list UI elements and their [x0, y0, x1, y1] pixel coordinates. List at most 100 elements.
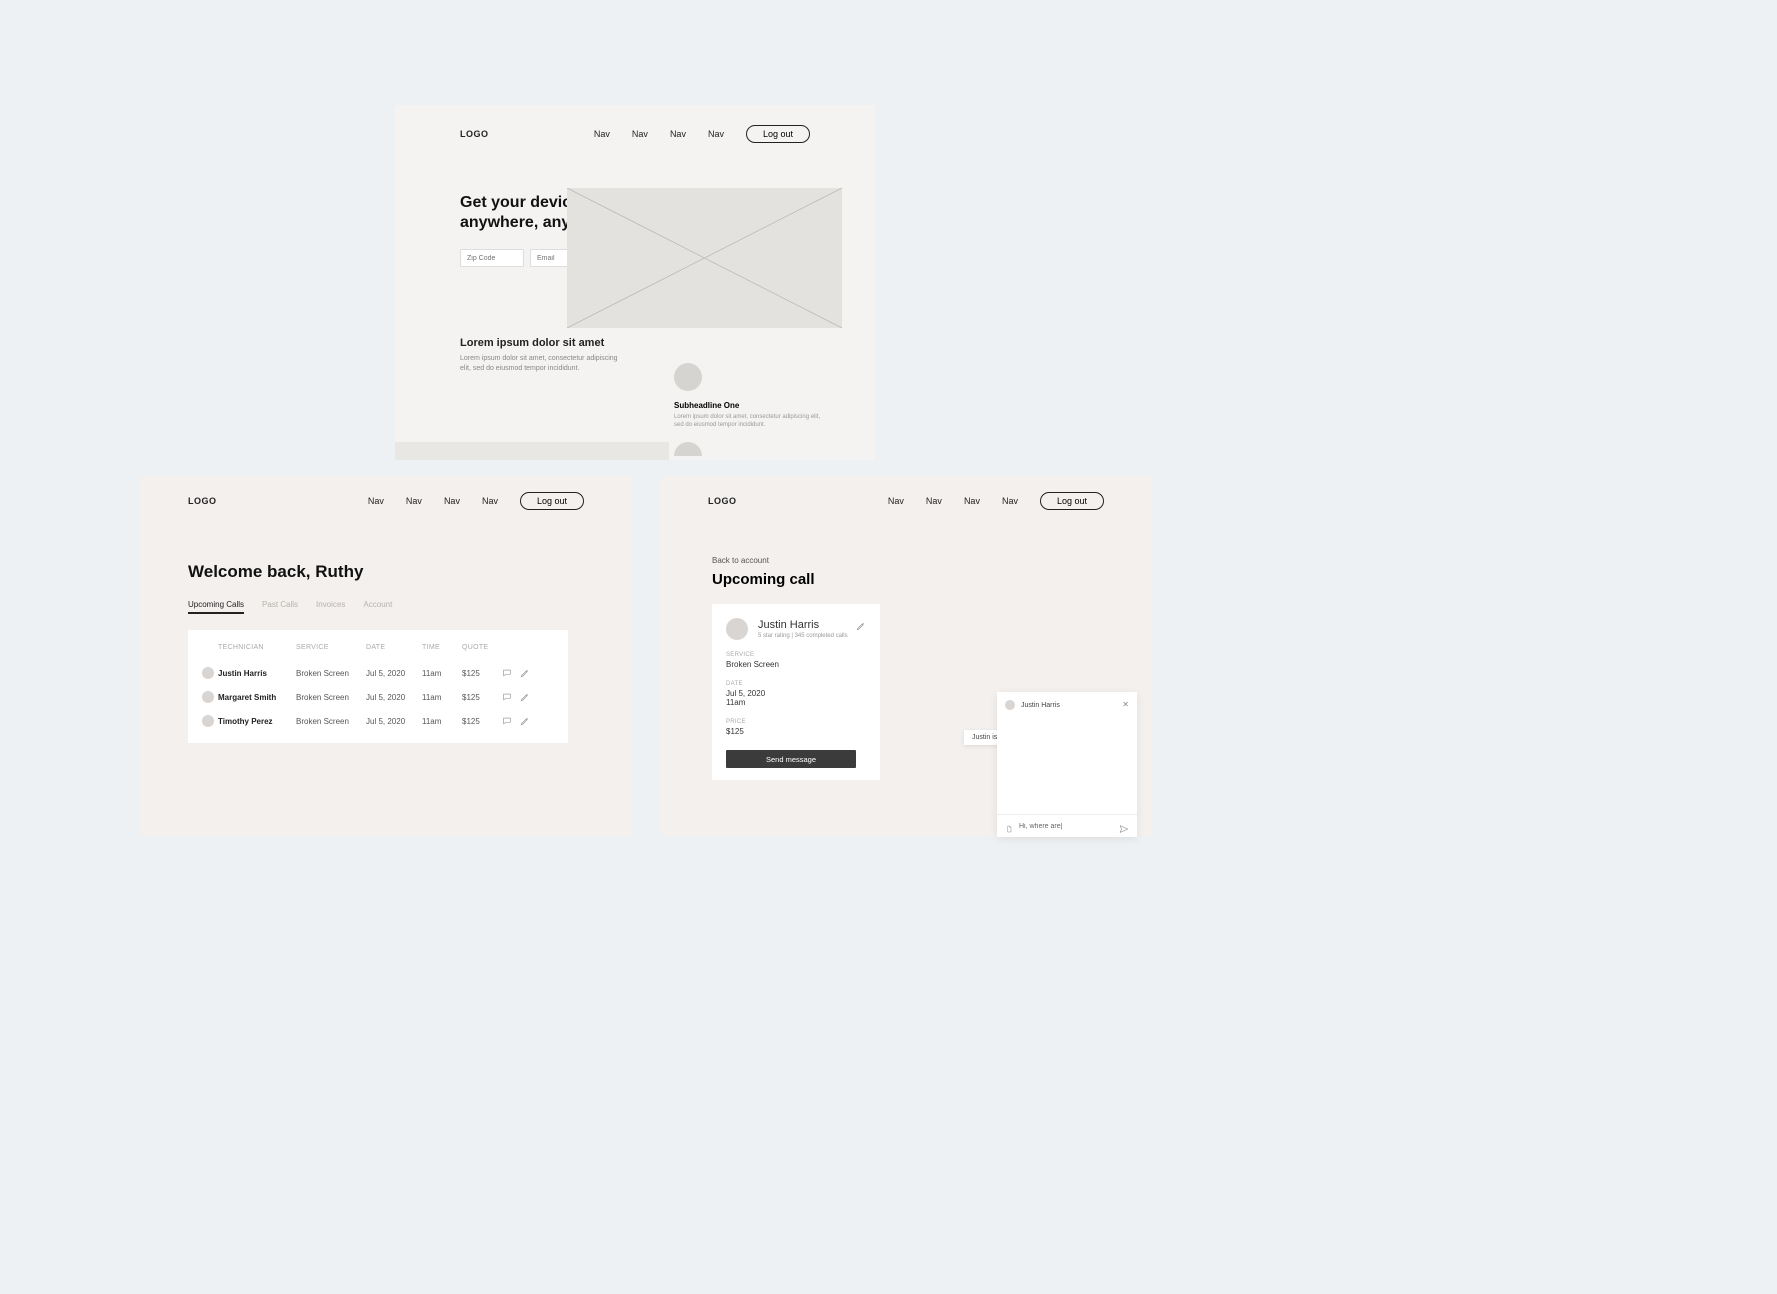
tabs: Upcoming Calls Past Calls Invoices Accou…: [140, 582, 632, 620]
col-technician: TECHNICIAN: [218, 644, 296, 651]
tab-invoices[interactable]: Invoices: [316, 600, 345, 614]
back-link[interactable]: Back to account: [660, 526, 1152, 565]
nav-link-1[interactable]: Nav: [888, 496, 904, 506]
row-avatar: [202, 667, 214, 679]
row-quote: $125: [462, 669, 502, 678]
row-date: Jul 5, 2020: [366, 693, 422, 702]
price-label: PRICE: [726, 719, 866, 725]
chat-input-row: [997, 814, 1137, 837]
row-time: 11am: [422, 717, 462, 726]
price-value: $125: [726, 727, 866, 736]
footer-bar: [395, 442, 669, 460]
logo: LOGO: [708, 496, 737, 506]
nav: Nav Nav Nav Nav Log out: [368, 492, 584, 510]
technician-sub: 5 star rating | 345 completed calls: [758, 633, 848, 639]
row-time: 11am: [422, 693, 462, 702]
row-avatar: [202, 691, 214, 703]
service-value: Broken Screen: [726, 660, 866, 669]
logo: LOGO: [188, 496, 217, 506]
features-section: Lorem ipsum dolor sit amet Lorem ipsum d…: [395, 267, 875, 374]
dashboard-frame: LOGO Nav Nav Nav Nav Log out Welcome bac…: [140, 476, 632, 836]
col-quote: QUOTE: [462, 644, 502, 651]
technician-avatar: [726, 618, 748, 640]
nav-link-4[interactable]: Nav: [482, 496, 498, 506]
row-name: Margaret Smith: [218, 693, 296, 702]
col-service: SERVICE: [296, 644, 366, 651]
technician-name: Justin Harris: [758, 619, 848, 631]
nav-link-2[interactable]: Nav: [632, 129, 648, 139]
chat-icon[interactable]: [502, 668, 512, 678]
feature-sub-body: Lorem ipsum dolor sit amet, consectetur …: [674, 414, 824, 430]
feature-avatar-icon: [674, 363, 702, 391]
table-row[interactable]: Timothy PerezBroken ScreenJul 5, 202011a…: [202, 709, 554, 733]
tab-past-calls[interactable]: Past Calls: [262, 600, 298, 614]
chat-input[interactable]: [1019, 823, 1113, 830]
header: LOGO Nav Nav Nav Nav Log out: [140, 476, 632, 526]
row-quote: $125: [462, 693, 502, 702]
row-name: Timothy Perez: [218, 717, 296, 726]
nav-link-1[interactable]: Nav: [594, 129, 610, 139]
nav-link-3[interactable]: Nav: [444, 496, 460, 506]
row-quote: $125: [462, 717, 502, 726]
service-label: SERVICE: [726, 652, 866, 658]
send-icon[interactable]: [1119, 821, 1129, 831]
nav-link-2[interactable]: Nav: [926, 496, 942, 506]
row-service: Broken Screen: [296, 717, 366, 726]
date-value-line2: 11am: [726, 698, 866, 707]
calls-table: TECHNICIAN SERVICE DATE TIME QUOTE Justi…: [188, 630, 568, 743]
header: LOGO Nav Nav Nav Nav Log out: [395, 105, 875, 163]
row-date: Jul 5, 2020: [366, 669, 422, 678]
table-header-row: TECHNICIAN SERVICE DATE TIME QUOTE: [202, 644, 554, 651]
nav-link-2[interactable]: Nav: [406, 496, 422, 506]
row-time: 11am: [422, 669, 462, 678]
send-message-button[interactable]: Send message: [726, 750, 856, 768]
row-service: Broken Screen: [296, 693, 366, 702]
date-value-line1: Jul 5, 2020: [726, 689, 866, 698]
zip-input[interactable]: [460, 249, 524, 267]
call-card-header: Justin Harris 5 star rating | 345 comple…: [726, 618, 866, 640]
header: LOGO Nav Nav Nav Nav Log out: [660, 476, 1152, 526]
chat-icon[interactable]: [502, 716, 512, 726]
chat-header: Justin Harris ✕: [997, 692, 1137, 718]
chat-avatar: [1005, 700, 1015, 710]
nav-link-4[interactable]: Nav: [708, 129, 724, 139]
edit-icon[interactable]: [520, 716, 530, 726]
row-name: Justin Harris: [218, 669, 296, 678]
col-time: TIME: [422, 644, 462, 651]
chat-body: [997, 718, 1137, 814]
features-body: Lorem ipsum dolor sit amet, consectetur …: [460, 354, 620, 374]
row-service: Broken Screen: [296, 669, 366, 678]
logout-button[interactable]: Log out: [746, 125, 810, 143]
tab-account[interactable]: Account: [363, 600, 392, 614]
call-card: Justin Harris 5 star rating | 345 comple…: [712, 604, 880, 780]
row-avatar: [202, 715, 214, 727]
table-row[interactable]: Justin HarrisBroken ScreenJul 5, 202011a…: [202, 661, 554, 685]
logout-button[interactable]: Log out: [520, 492, 584, 510]
nav-link-4[interactable]: Nav: [1002, 496, 1018, 506]
table-row[interactable]: Margaret SmithBroken ScreenJul 5, 202011…: [202, 685, 554, 709]
features-heading: Lorem ipsum dolor sit amet: [460, 337, 810, 349]
nav: Nav Nav Nav Nav Log out: [888, 492, 1104, 510]
edit-icon[interactable]: [520, 668, 530, 678]
feature-item-1: Subheadline One Lorem ipsum dolor sit am…: [674, 363, 844, 430]
col-date: DATE: [366, 644, 422, 651]
row-date: Jul 5, 2020: [366, 717, 422, 726]
edit-icon[interactable]: [856, 618, 866, 628]
edit-icon[interactable]: [520, 692, 530, 702]
nav-link-3[interactable]: Nav: [964, 496, 980, 506]
close-icon[interactable]: ✕: [1122, 700, 1129, 709]
date-label: DATE: [726, 681, 866, 687]
nav-link-1[interactable]: Nav: [368, 496, 384, 506]
chat-popup: Justin Harris ✕: [997, 692, 1137, 837]
chat-icon[interactable]: [502, 692, 512, 702]
chat-name: Justin Harris: [1021, 702, 1060, 709]
logo: LOGO: [460, 129, 489, 139]
feature-subheadline: Subheadline One: [674, 401, 844, 410]
logout-button[interactable]: Log out: [1040, 492, 1104, 510]
tab-upcoming-calls[interactable]: Upcoming Calls: [188, 600, 244, 614]
page-title: Welcome back, Ruthy: [140, 526, 632, 582]
hero: Get your device fixed— anywhere, anytime…: [395, 193, 875, 267]
nav-link-3[interactable]: Nav: [670, 129, 686, 139]
nav: Nav Nav Nav Nav Log out: [594, 125, 810, 143]
attachment-icon[interactable]: [1005, 821, 1013, 831]
